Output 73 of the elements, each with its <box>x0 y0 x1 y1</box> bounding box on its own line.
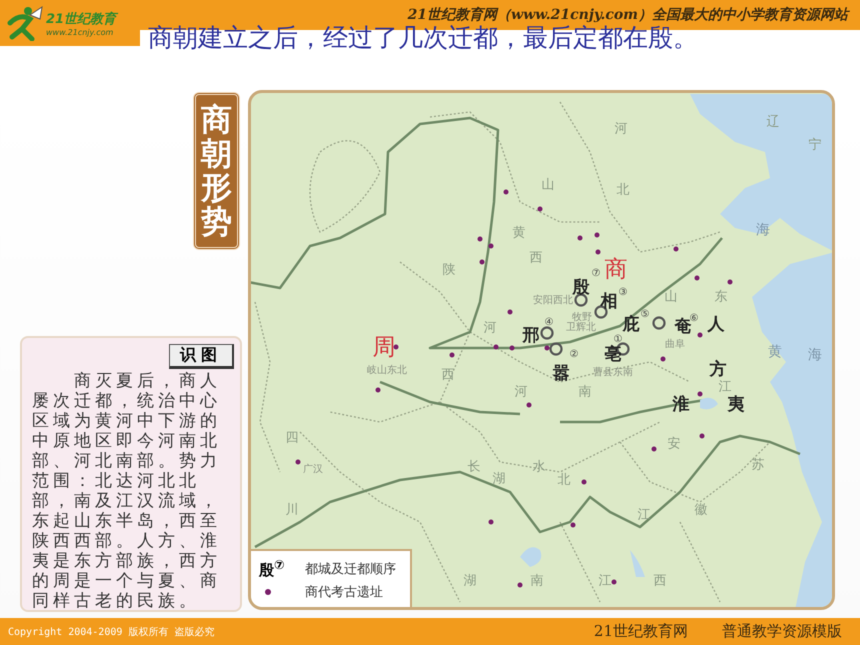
slide-title: 商朝建立之后，经过了几次迁都，最后定都在殷。 <box>147 24 699 52</box>
city-label: 邢 <box>522 328 540 344</box>
region-label: 北 <box>558 474 570 486</box>
place-label: 曲阜 <box>665 340 685 350</box>
region-label: 西 <box>530 252 542 264</box>
description-text: 商灭夏后，商人屡次迁都，统治中心区域为黄河中下游的中原地区即今河南北部、河北南部。势力范围：北达河北北部，南及江汉流域，东起山东半岛，西至陕西西部。人方、淮夷是东方部族，西方的周是一个与夏、商同样古老的民族。 <box>32 371 222 611</box>
city-label: 相 <box>600 294 618 310</box>
map-title: 商朝形势 <box>201 103 232 240</box>
place-label: 曹县东南 <box>593 368 633 378</box>
order-number: ④ <box>544 318 554 328</box>
dot-icon <box>265 589 271 595</box>
city-label: 嚣 <box>552 366 570 382</box>
region-label: 南 <box>578 386 592 398</box>
region-label: 黄 <box>512 226 526 240</box>
region-label: 陕 <box>442 264 456 276</box>
place-label: 安阳西北 <box>533 296 573 306</box>
city-label: 淮 <box>672 396 690 414</box>
region-label: 长 <box>468 460 480 474</box>
region-label: 水 <box>532 460 546 474</box>
city-label: 奄 <box>674 318 692 336</box>
city-label: 庇 <box>622 316 640 334</box>
legend-label: 商代考古遗址 <box>305 584 383 601</box>
logo-name: 21世纪教育 <box>46 10 116 28</box>
dynasty-label: 周 <box>372 336 396 360</box>
order-number: ⑥ <box>690 314 698 324</box>
order-number: ③ <box>618 288 628 298</box>
legend-label: 都城及迁都顺序 <box>305 560 396 578</box>
region-label: 湖 <box>492 472 506 486</box>
sea-label: 黄 <box>768 345 782 359</box>
region-label: 辽 <box>766 116 780 128</box>
region-label: 湖 <box>464 574 476 588</box>
region-label: 苏 <box>752 458 764 472</box>
copyright-text: Copyright 2004-2009 版权所有 盗版必究 <box>8 626 214 638</box>
region-label: 南 <box>530 574 544 588</box>
city-label: 方 <box>710 362 726 378</box>
city-label: 亳 <box>604 346 622 364</box>
region-label: 江 <box>598 574 612 588</box>
region-label: 北 <box>616 184 630 196</box>
region-label: 山 <box>664 290 678 304</box>
order-number: ② <box>570 350 578 360</box>
region-label: 东 <box>714 290 728 304</box>
order-number: ⑤ <box>640 310 650 320</box>
place-label: 岐山东北 <box>367 366 407 376</box>
region-label: 山 <box>542 178 554 192</box>
header-tagline: 21世纪教育网（www.21cnjy.com）全国最大的中小学教育资源网站 <box>408 6 848 24</box>
region-label: 江 <box>638 508 650 522</box>
region-label: 徽 <box>694 504 708 516</box>
city-label: 夷 <box>728 396 744 414</box>
order-number: ⑦ <box>592 269 600 279</box>
region-label: 四 <box>286 432 298 444</box>
place-label: 卫辉北 <box>566 323 596 333</box>
region-label: 江 <box>718 380 732 394</box>
sea-label: 海 <box>808 348 822 362</box>
region-label: 河 <box>514 386 528 398</box>
region-label: 宁 <box>808 138 822 152</box>
region-label: 西 <box>442 368 454 382</box>
place-label: 广汉 <box>303 465 323 475</box>
dynasty-label: 商 <box>604 258 628 282</box>
region-label: 川 <box>286 504 298 516</box>
legend-symbol: 殷$^{⑦}$ <box>259 557 286 580</box>
region-label: 河 <box>484 322 496 334</box>
place-label: 牧野 <box>572 313 592 323</box>
city-label: 人 <box>708 316 724 334</box>
region-label: 安 <box>668 438 680 450</box>
footer-template-name: 普通教学资源模版 <box>722 622 842 641</box>
logo-url: www.21cnjy.com <box>46 28 114 36</box>
footer-site-name: 21世纪教育网 <box>594 622 688 641</box>
region-label: 河 <box>614 122 628 136</box>
panel-tag: 识图 <box>169 344 234 369</box>
order-number: ① <box>614 335 622 345</box>
sea-label: 海 <box>756 223 770 237</box>
city-label: 殷 <box>572 280 590 296</box>
region-label: 西 <box>654 574 666 588</box>
